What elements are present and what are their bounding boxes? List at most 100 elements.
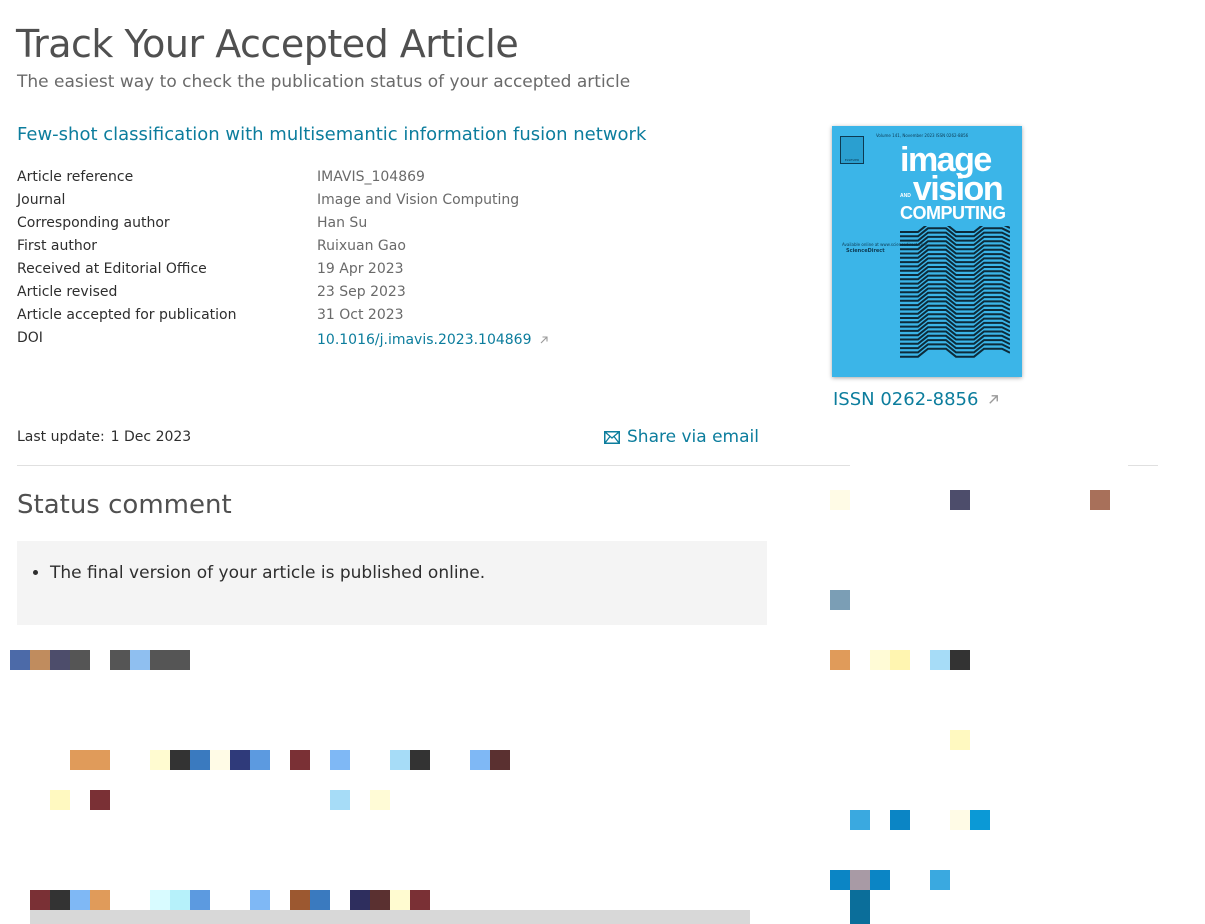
pixel-tile xyxy=(190,750,210,770)
pixel-tile xyxy=(950,810,970,830)
pixel-tile xyxy=(830,650,850,670)
pixel-tile xyxy=(330,790,350,810)
page: Track Your Accepted Article The easiest … xyxy=(0,0,1205,924)
pixel-tile xyxy=(150,890,170,910)
pixel-tile xyxy=(370,790,390,810)
doi-text: 10.1016/j.imavis.2023.104869 xyxy=(317,331,532,348)
doi-link[interactable]: 10.1016/j.imavis.2023.104869 xyxy=(317,332,550,348)
pixel-tile xyxy=(130,650,150,670)
pixel-tile xyxy=(950,730,970,750)
section-divider xyxy=(17,465,850,466)
pixel-tile xyxy=(870,650,890,670)
pixel-tile xyxy=(210,750,230,770)
detail-value: 31 Oct 2023 xyxy=(317,306,404,323)
pixel-tile xyxy=(830,590,850,610)
pixel-tile xyxy=(30,890,50,910)
pixel-tile xyxy=(70,650,90,670)
pixel-tile xyxy=(870,870,890,890)
issn-link[interactable]: ISSN 0262-8856 xyxy=(833,389,1001,410)
pixel-tile xyxy=(930,650,950,670)
pixel-tile xyxy=(390,890,410,910)
detail-row-received: Received at Editorial Office 19 Apr 2023 xyxy=(17,257,577,280)
detail-value: Han Su xyxy=(317,214,368,231)
share-via-email-button[interactable]: Share via email xyxy=(604,427,759,447)
pixel-tile xyxy=(850,810,870,830)
pixel-tile xyxy=(930,870,950,890)
pixel-tile xyxy=(150,750,170,770)
pixel-tile xyxy=(50,890,70,910)
detail-value: 23 Sep 2023 xyxy=(317,283,406,300)
external-link-icon xyxy=(540,335,548,343)
status-comment-list: The final version of your article is pub… xyxy=(17,541,767,583)
pixel-tile xyxy=(830,870,850,890)
last-update-label: Last update: xyxy=(17,429,105,445)
detail-label: Article reference xyxy=(17,168,134,185)
pixel-tile xyxy=(950,650,970,670)
pixel-tile xyxy=(850,904,870,924)
share-label: Share via email xyxy=(627,427,759,447)
scroll-area-bar xyxy=(30,910,750,924)
pixel-tile xyxy=(250,750,270,770)
pixel-tile xyxy=(850,890,870,910)
detail-row-revised: Article revised 23 Sep 2023 xyxy=(17,280,577,303)
mail-icon xyxy=(604,430,620,444)
cover-word-and: AND xyxy=(900,192,911,199)
cover-word-computing: COMPUTING xyxy=(900,202,1006,223)
pixel-tile xyxy=(50,650,70,670)
pixel-tile xyxy=(70,750,90,770)
pixel-tile xyxy=(950,490,970,510)
detail-label: First author xyxy=(17,237,98,254)
page-subtitle: The easiest way to check the publication… xyxy=(17,72,631,92)
pixel-tile xyxy=(410,750,430,770)
page-title: Track Your Accepted Article xyxy=(16,22,519,66)
pixel-tile xyxy=(170,750,190,770)
pixel-tile xyxy=(970,810,990,830)
pixel-tile xyxy=(410,890,430,910)
status-heading: Status comment xyxy=(17,490,232,520)
pixel-tile xyxy=(470,750,490,770)
status-comment-box: The final version of your article is pub… xyxy=(17,541,767,625)
cover-journal-name: image ANDvision COMPUTING xyxy=(900,143,1006,223)
pixel-tile xyxy=(30,650,50,670)
last-update: Last update: 1 Dec 2023 xyxy=(17,429,191,445)
pixel-tile xyxy=(1090,490,1110,510)
pixel-tile xyxy=(890,650,910,670)
detail-row-doi: DOI 10.1016/j.imavis.2023.104869 xyxy=(17,326,577,349)
cover-topline: Volume 141, November 2023 ISSN 0262-8856 xyxy=(876,133,969,138)
issn-text: ISSN 0262-8856 xyxy=(833,389,979,410)
external-link-icon xyxy=(989,395,999,404)
detail-row-first-author: First author Ruixuan Gao xyxy=(17,234,577,257)
detail-value: 19 Apr 2023 xyxy=(317,260,404,277)
detail-label: Corresponding author xyxy=(17,214,170,231)
pixel-tile xyxy=(170,650,190,670)
detail-row-article-reference: Article reference IMAVIS_104869 xyxy=(17,165,577,188)
pixel-tile xyxy=(350,890,370,910)
pixel-tile xyxy=(70,890,90,910)
pixel-tile xyxy=(230,750,250,770)
detail-row-accepted: Article accepted for publication 31 Oct … xyxy=(17,303,577,326)
pixel-tile xyxy=(310,890,330,910)
article-title-link[interactable]: Few-shot classification with multisemant… xyxy=(17,124,646,145)
detail-value: IMAVIS_104869 xyxy=(317,168,425,185)
detail-row-corresponding-author: Corresponding author Han Su xyxy=(17,211,577,234)
detail-label: DOI xyxy=(17,329,43,346)
pixel-tile xyxy=(290,890,310,910)
pixel-tile xyxy=(890,810,910,830)
pixel-tile xyxy=(370,890,390,910)
pixel-tile xyxy=(390,750,410,770)
pixel-tile xyxy=(190,890,210,910)
status-comment-item: The final version of your article is pub… xyxy=(50,563,767,583)
pixel-tile xyxy=(150,650,170,670)
pixel-tile xyxy=(110,650,130,670)
elsevier-logo: ELSEVIER xyxy=(840,136,864,164)
journal-cover-image[interactable]: ELSEVIER Volume 141, November 2023 ISSN … xyxy=(832,126,1022,377)
pixel-tile xyxy=(90,890,110,910)
pixel-tile xyxy=(330,750,350,770)
pixel-tile xyxy=(90,790,110,810)
pixel-tile xyxy=(250,890,270,910)
pixel-tile xyxy=(170,890,190,910)
pixel-tile xyxy=(850,870,870,890)
section-divider-right xyxy=(1128,465,1158,466)
pixel-tile xyxy=(50,790,70,810)
detail-value: Ruixuan Gao xyxy=(317,237,406,254)
